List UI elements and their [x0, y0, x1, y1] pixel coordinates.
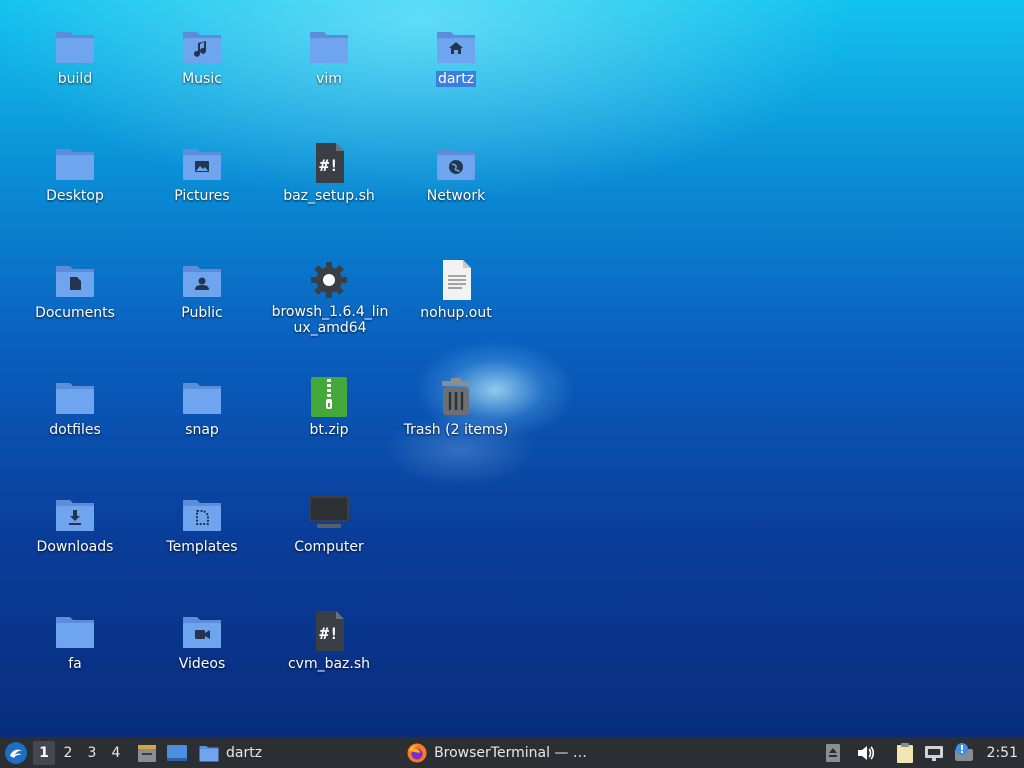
folder-home-icon: [437, 32, 475, 63]
volume-button[interactable]: [851, 737, 881, 768]
gear-icon: [311, 262, 347, 298]
desktop-icon-build[interactable]: build: [15, 24, 135, 87]
app-menu-button[interactable]: [0, 737, 32, 768]
volume-icon: [857, 745, 874, 760]
firefox-icon: [407, 743, 427, 762]
workspace-3[interactable]: 3: [81, 741, 103, 765]
taskbar-window-browserterminal[interactable]: BrowserTerminal — …: [400, 737, 593, 768]
svg-text:#!: #!: [319, 156, 338, 175]
icon-label: vim: [316, 71, 342, 87]
computer-monitor-icon: [309, 496, 349, 528]
desktop-icon: [167, 744, 187, 761]
system-tray: 2:51: [821, 737, 1024, 768]
icon-label: Computer: [294, 539, 364, 555]
text-file-icon: [443, 260, 471, 300]
folder-icon: [56, 32, 94, 63]
folder-icon: [199, 745, 219, 761]
eject-button[interactable]: [821, 737, 845, 768]
workspace-4[interactable]: 4: [105, 741, 127, 765]
desktop-icon-network[interactable]: Network: [396, 141, 516, 204]
desktop-icon-desktop[interactable]: Desktop: [15, 141, 135, 204]
desktop-icon-computer[interactable]: Computer: [269, 492, 389, 555]
taskbar-window-label: BrowserTerminal — …: [434, 744, 587, 761]
folder-pictures-icon: [183, 149, 221, 180]
desktop-icon-dartz[interactable]: dartz: [396, 24, 516, 87]
icon-label: Documents: [35, 305, 115, 321]
folder-icon: [183, 383, 221, 414]
folder-videos-icon: [183, 617, 221, 648]
desktop-icon-downloads[interactable]: Downloads: [15, 492, 135, 555]
clock[interactable]: 2:51: [979, 745, 1024, 761]
icon-label: fa: [68, 656, 82, 672]
desktop-icon-templates[interactable]: Templates: [142, 492, 262, 555]
folder-documents-icon: [56, 266, 94, 297]
taskbar-window-label: dartz: [226, 744, 263, 761]
taskbar-window-dartz[interactable]: dartz: [192, 737, 268, 768]
zip-archive-icon: [311, 377, 347, 417]
lubuntu-logo-icon: [5, 741, 27, 764]
desktop-icon-videos[interactable]: Videos: [142, 609, 262, 672]
folder-icon: [310, 32, 348, 63]
icon-label: baz_setup.sh: [283, 188, 375, 204]
taskbar: 1 2 3 4 dartz BrowserTerminal — … 2:51: [0, 737, 1024, 768]
icon-label: Desktop: [46, 188, 104, 204]
file-manager-launcher[interactable]: [132, 737, 162, 768]
folder-icon: [56, 383, 94, 414]
update-notification-icon: [954, 742, 973, 761]
desktop-icon-snap[interactable]: snap: [142, 375, 262, 438]
svg-text:#!: #!: [319, 624, 338, 643]
script-file-icon: #!: [316, 143, 344, 183]
desktop-icon-browsh[interactable]: browsh_1.6.4_linux_amd64: [269, 258, 389, 336]
folder-templates-icon: [183, 500, 221, 531]
folder-icon: [56, 617, 94, 648]
desktop-icon-trash[interactable]: Trash (2 items): [396, 375, 516, 438]
folder-icon: [56, 149, 94, 180]
network-button[interactable]: [919, 737, 949, 768]
desktop-icon-music[interactable]: Music: [142, 24, 262, 87]
icon-label: Music: [182, 71, 222, 87]
network-wired-icon: [924, 745, 943, 761]
trash-icon: [442, 378, 470, 415]
icon-label: browsh_1.6.4_linux_amd64: [271, 304, 389, 336]
desktop-icon-documents[interactable]: Documents: [15, 258, 135, 321]
icon-label: Network: [426, 188, 486, 204]
folder-music-icon: [183, 32, 221, 63]
show-desktop-button[interactable]: [162, 737, 192, 768]
desktop-icon-public[interactable]: Public: [142, 258, 262, 321]
file-manager-icon: [138, 744, 156, 762]
icon-label: Trash (2 items): [403, 422, 509, 438]
icon-label: build: [57, 71, 93, 87]
desktop-icon-fa[interactable]: fa: [15, 609, 135, 672]
folder-network-icon: [437, 149, 475, 180]
folder-downloads-icon: [56, 500, 94, 531]
update-notifier-button[interactable]: [949, 737, 979, 768]
desktop-icon-vim[interactable]: vim: [269, 24, 389, 87]
icon-label: snap: [185, 422, 219, 438]
eject-icon: [825, 743, 840, 762]
icon-label: Downloads: [36, 539, 114, 555]
desktop-icon-cvm-baz-sh[interactable]: #! cvm_baz.sh: [269, 609, 389, 672]
icon-label: Templates: [166, 539, 238, 555]
desktop-icon-nohup-out[interactable]: nohup.out: [396, 258, 516, 321]
icon-label: Videos: [178, 656, 226, 672]
workspace-2[interactable]: 2: [57, 741, 79, 765]
icon-label: bt.zip: [309, 422, 349, 438]
desktop-icon-dotfiles[interactable]: dotfiles: [15, 375, 135, 438]
desktop-icon-baz-setup-sh[interactable]: #! baz_setup.sh: [269, 141, 389, 204]
icon-label: Pictures: [174, 188, 230, 204]
script-file-icon: #!: [316, 611, 344, 651]
clipboard-icon: [896, 742, 913, 763]
folder-public-icon: [183, 266, 221, 297]
workspace-1[interactable]: 1: [33, 740, 55, 765]
icon-label: dartz: [435, 71, 477, 87]
desktop-icon-pictures[interactable]: Pictures: [142, 141, 262, 204]
icon-label: Public: [181, 305, 223, 321]
icon-label: dotfiles: [49, 422, 101, 438]
desktop-icon-bt-zip[interactable]: bt.zip: [269, 375, 389, 438]
clipboard-button[interactable]: [891, 737, 919, 768]
icon-label: cvm_baz.sh: [287, 656, 371, 672]
icon-label: nohup.out: [420, 305, 492, 321]
